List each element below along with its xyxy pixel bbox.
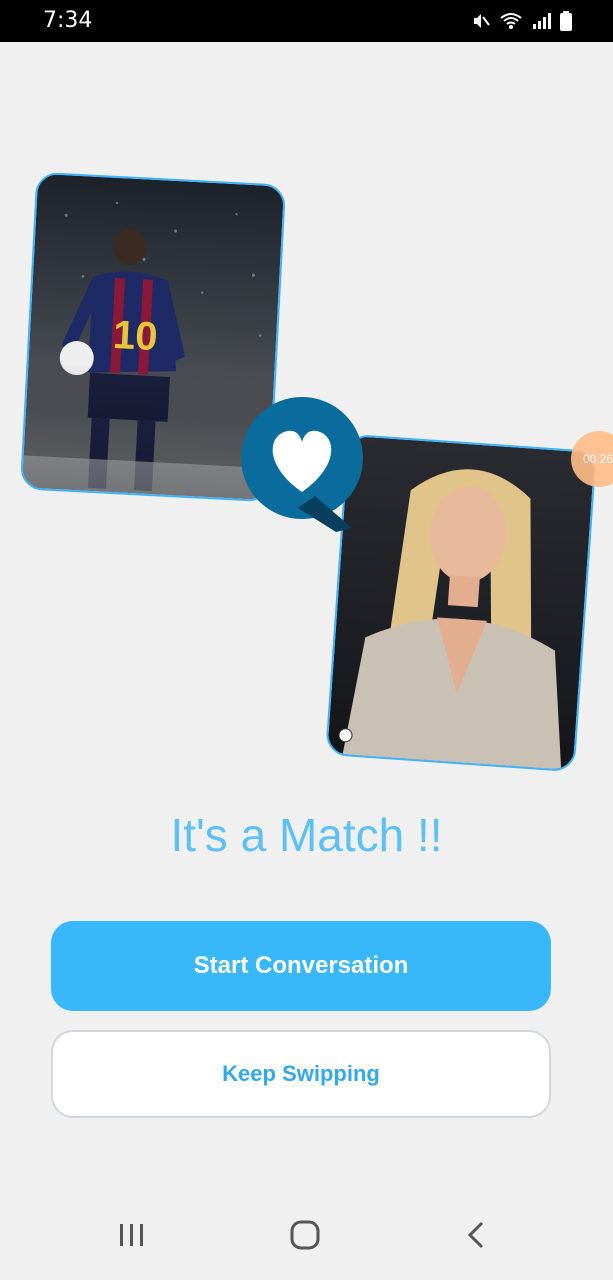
recent-apps-icon[interactable] xyxy=(116,1218,148,1252)
heart-icon xyxy=(241,397,363,532)
home-icon[interactable] xyxy=(288,1218,322,1252)
status-time: 7:34 xyxy=(43,8,93,33)
nav-bar xyxy=(0,1192,613,1280)
status-icons xyxy=(471,10,573,32)
photo-shade xyxy=(21,361,275,501)
status-bar: 7:34 xyxy=(0,0,613,42)
keep-swiping-button[interactable]: Keep Swipping xyxy=(51,1030,551,1118)
mute-icon xyxy=(474,14,490,28)
wifi-icon xyxy=(500,13,522,29)
back-icon[interactable] xyxy=(462,1218,490,1252)
svg-text:10: 10 xyxy=(112,313,159,359)
start-conversation-button[interactable]: Start Conversation xyxy=(51,921,551,1011)
match-title: It's a Match !! xyxy=(170,809,443,861)
signal-icon xyxy=(533,13,551,29)
battery-icon xyxy=(560,11,572,31)
